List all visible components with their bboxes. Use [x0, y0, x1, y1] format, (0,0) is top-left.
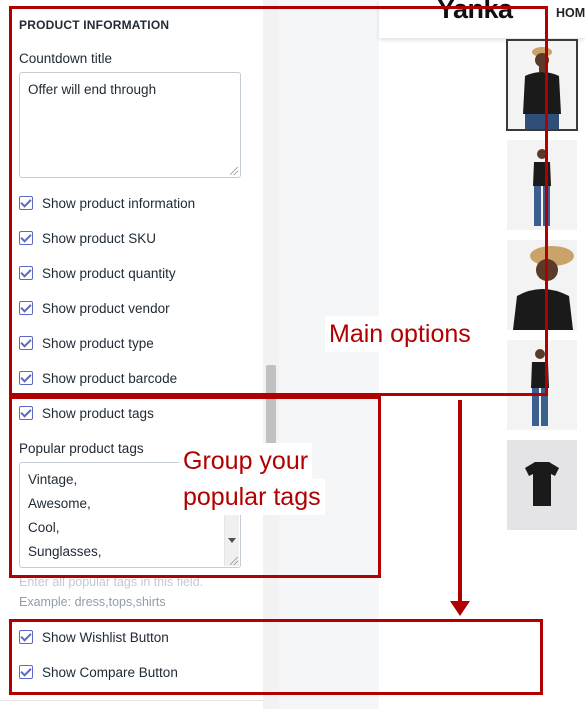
tags-example-text: Example: dress,tops,shirts [19, 595, 166, 609]
product-thumbnail[interactable] [507, 440, 577, 530]
divider [0, 700, 263, 701]
buttons-highlight [9, 619, 543, 695]
group-tags-annotation-line1: Group your [179, 443, 313, 479]
nav-home-link[interactable]: HOM [556, 6, 585, 20]
group-tags-annotation-line2: popular tags [179, 479, 325, 515]
arrow-down-icon [450, 601, 470, 616]
annotation-arrow [458, 400, 462, 605]
main-options-annotation: Main options [325, 316, 475, 352]
